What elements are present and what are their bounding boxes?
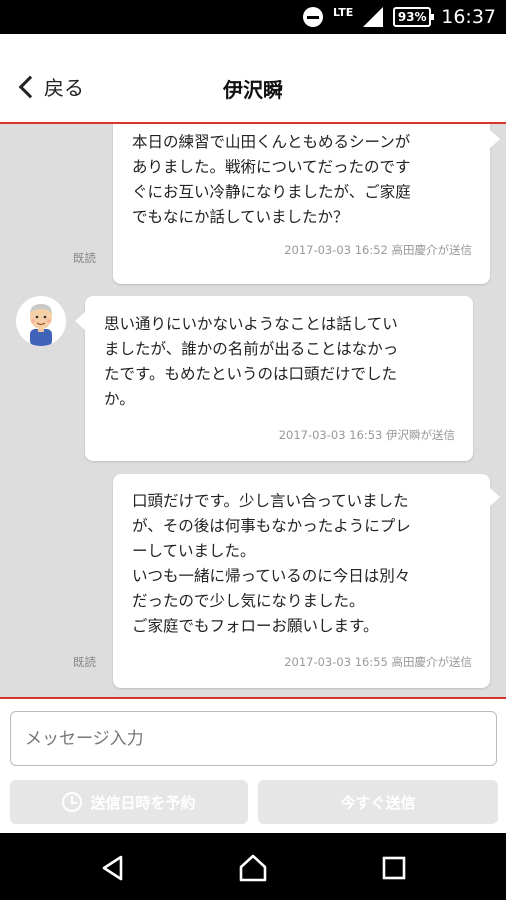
message-text: 思い通りにいかないようなことは話してい ましたが、誰かの名前が出ることはなかっ … [104, 315, 399, 408]
message-bubble-sent: 本日の練習で山田くんともめるシーンが ありました。戦術についてだったのです ぐに… [113, 124, 500, 284]
status-time: 16:37 [441, 6, 496, 28]
message-meta: 2017-03-03 16:52 高田慶介が送信 [284, 243, 472, 257]
system-nav-bar [0, 833, 506, 900]
battery-icon: 93% [393, 7, 435, 27]
app-header: 戻る 伊沢瞬 [0, 34, 506, 124]
message-input[interactable] [10, 711, 497, 766]
message-meta: 2017-03-03 16:55 高田慶介が送信 [284, 655, 472, 669]
do-not-disturb-icon [303, 7, 324, 27]
schedule-send-label: 送信日時を予約 [90, 793, 196, 812]
message-text: 口頭だけです。少し言い合っていました が、その後は何事もなかったようにプレ ーし… [132, 492, 411, 635]
back-nav-button[interactable] [96, 851, 130, 885]
clock-icon [62, 792, 83, 812]
network-type: LTE [333, 5, 354, 19]
page-title: 伊沢瞬 [223, 78, 283, 102]
send-now-label: 今すぐ送信 [340, 793, 416, 812]
send-now-button[interactable]: 今すぐ送信 [258, 780, 498, 824]
avatar [16, 296, 66, 346]
composer: 送信日時を予約 今すぐ送信 [0, 701, 506, 833]
message-bubble-sent: 口頭だけです。少し言い合っていました が、その後は何事もなかったようにプレ ーし… [113, 474, 500, 688]
message-text: 本日の練習で山田くんともめるシーンが ありました。戦術についてだったのです ぐに… [132, 133, 411, 226]
message-meta: 2017-03-03 16:53 伊沢瞬が送信 [278, 428, 455, 442]
message-bubble-received: 思い通りにいかないようなことは話してい ましたが、誰かの名前が出ることはなかっ … [75, 296, 473, 461]
recents-nav-button[interactable] [377, 851, 411, 885]
schedule-send-button[interactable]: 送信日時を予約 [10, 780, 248, 824]
triangle-back-icon [102, 855, 123, 881]
square-recents-icon [382, 856, 406, 880]
read-receipt: 既読 [73, 251, 96, 265]
read-receipt: 既読 [73, 655, 96, 669]
home-icon [239, 854, 267, 882]
status-bar: LTE 93% 16:37 [0, 0, 506, 34]
message-list[interactable]: 本日の練習で山田くんともめるシーンが ありました。戦術についてだったのです ぐに… [0, 124, 506, 699]
signal-icon [363, 7, 384, 27]
home-nav-button[interactable] [236, 851, 270, 885]
